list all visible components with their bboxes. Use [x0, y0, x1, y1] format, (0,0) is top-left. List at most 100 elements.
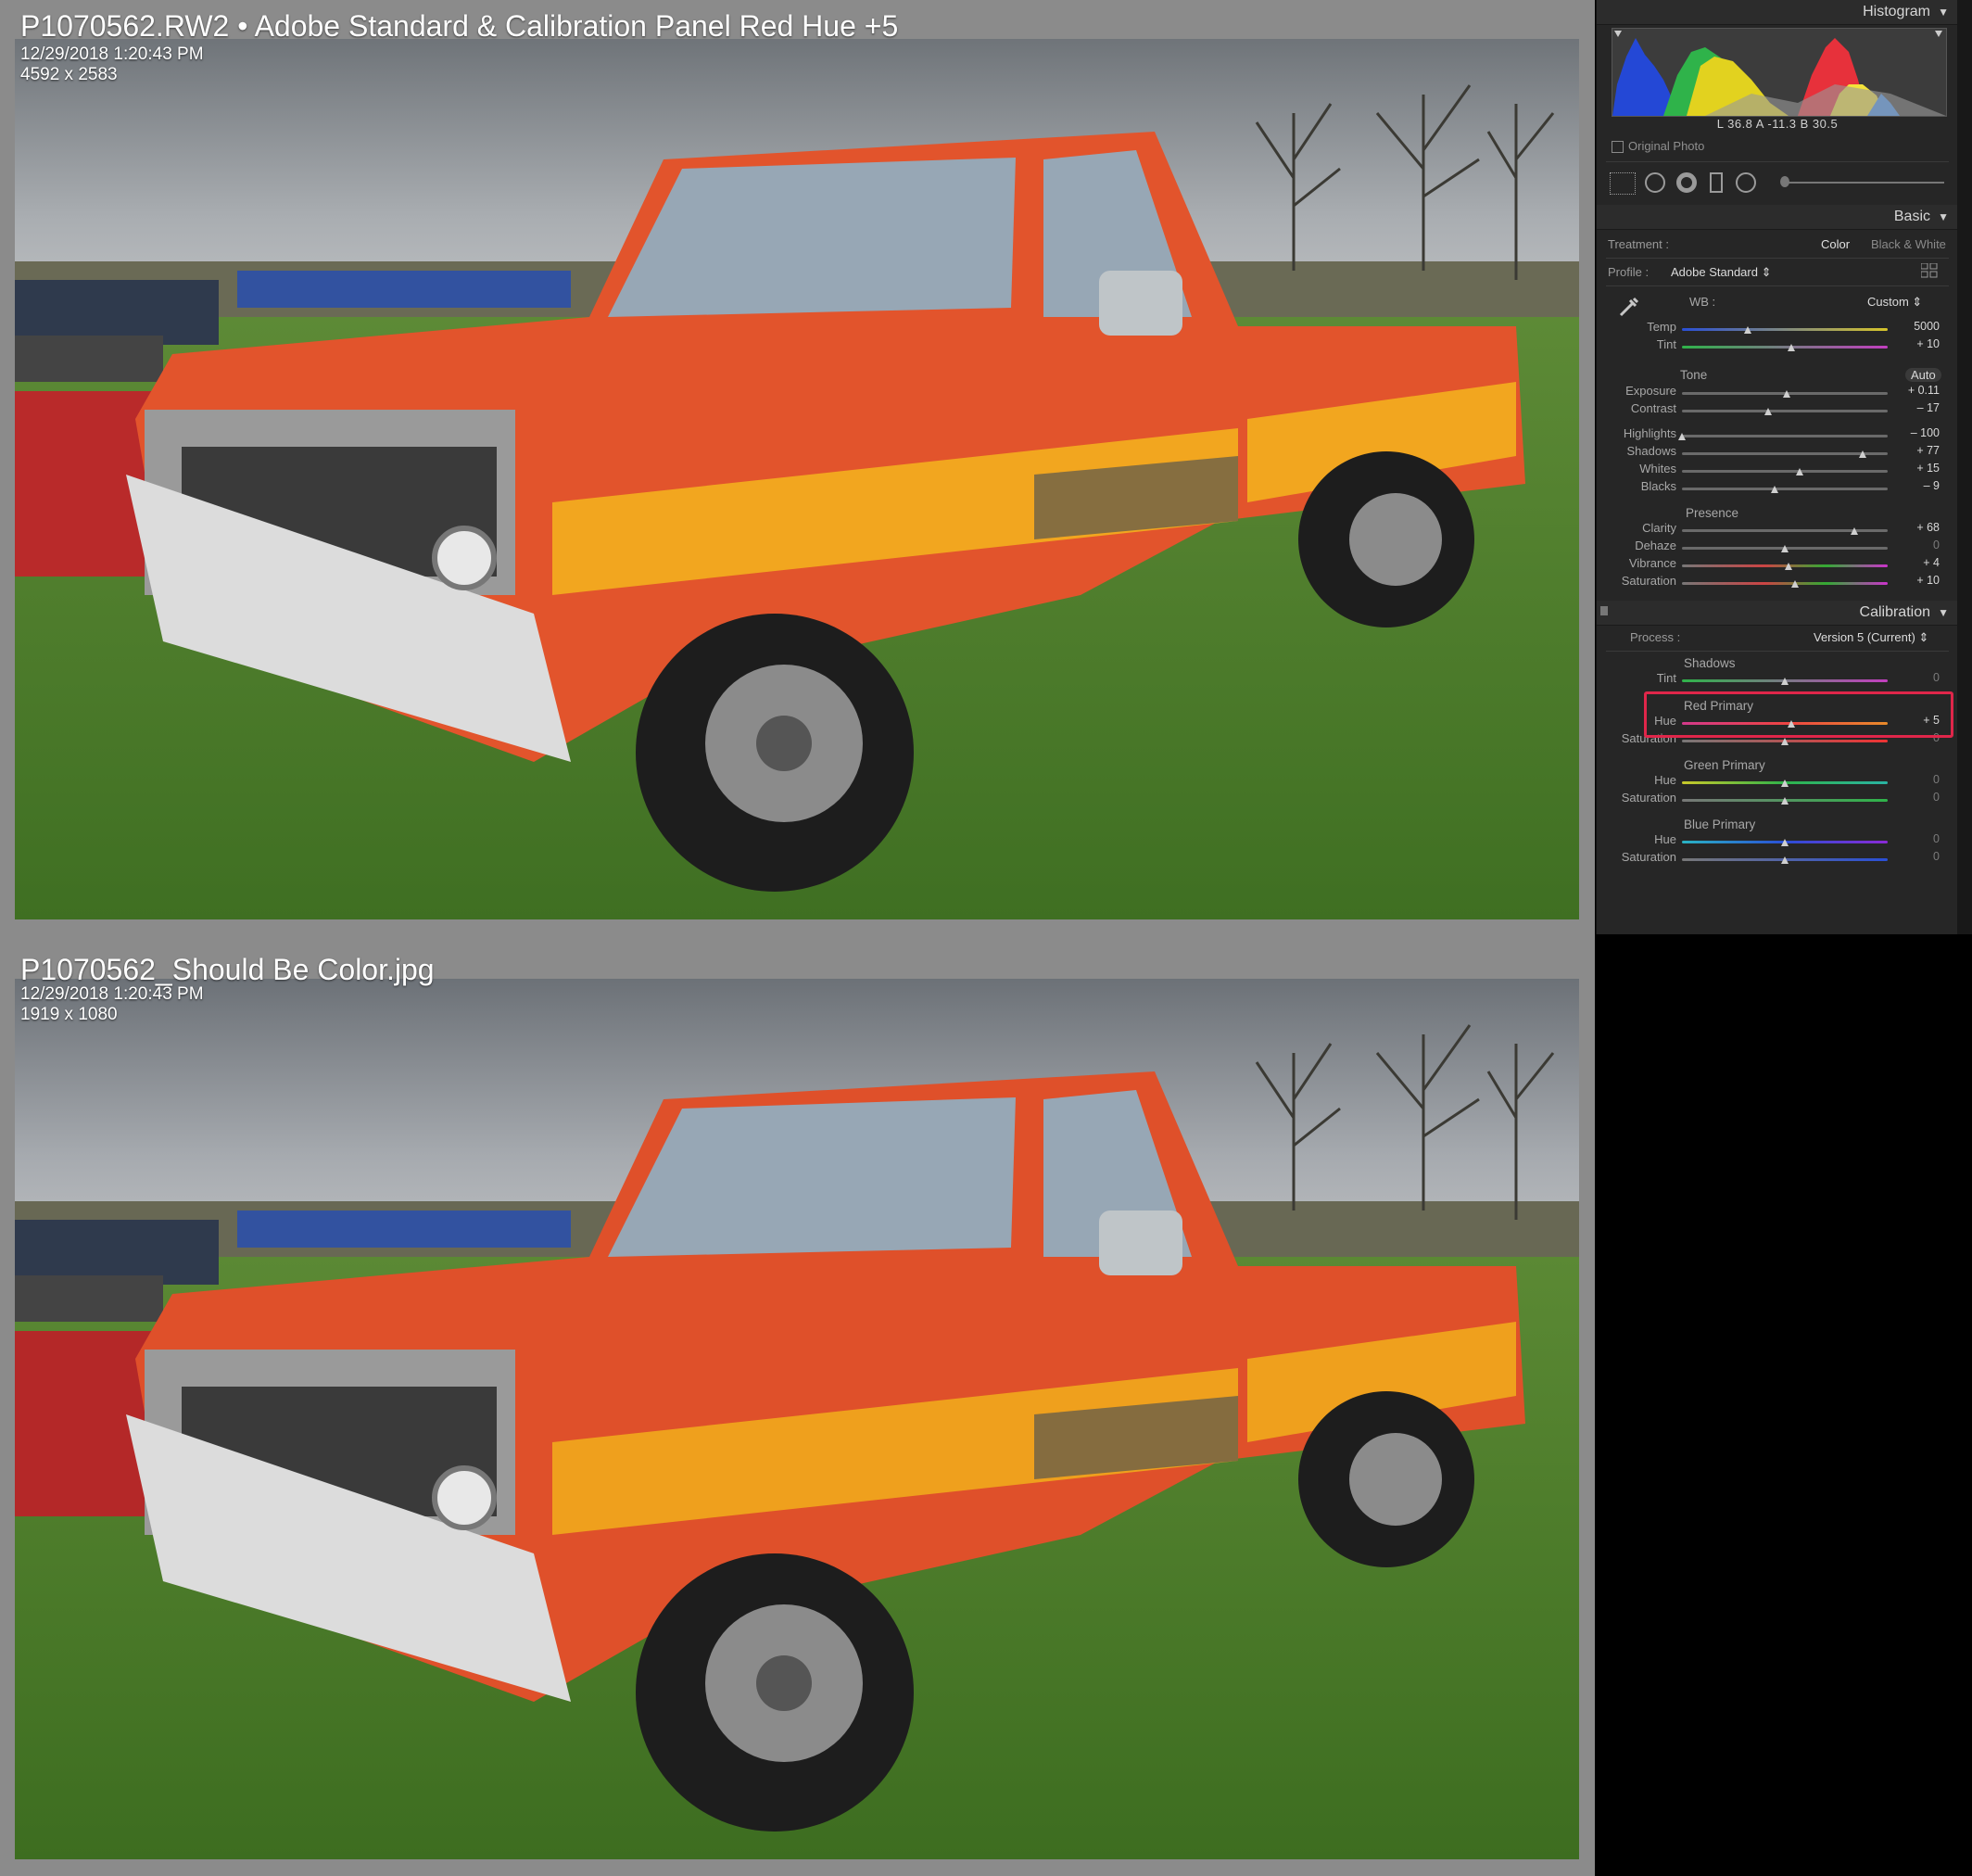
- bottom-photo-date: 12/29/2018 1:20:43 PM: [20, 984, 204, 1004]
- blacks-value[interactable]: – 9: [1902, 479, 1940, 492]
- brush-slider-track[interactable]: [1782, 182, 1944, 184]
- radial-filter-icon[interactable]: [1736, 172, 1756, 193]
- dehaze-value[interactable]: 0: [1902, 539, 1940, 551]
- highlights-slider[interactable]: [1682, 435, 1888, 437]
- calibration-header-label: Calibration: [1859, 604, 1930, 620]
- blacks-slider-thumb[interactable]: [1770, 486, 1778, 493]
- adjustment-brush-icon[interactable]: [1780, 176, 1789, 187]
- shadows-tint-slider-thumb[interactable]: [1781, 678, 1789, 685]
- histogram-graph[interactable]: [1612, 28, 1947, 117]
- original-photo-label: Original Photo: [1628, 139, 1705, 153]
- treatment-bw-option[interactable]: Black & White: [1871, 237, 1946, 251]
- green-primary-title: Green Primary: [1684, 758, 1765, 772]
- wb-dropdown[interactable]: Custom ⇕: [1867, 295, 1922, 310]
- basic-header[interactable]: Basic ▼: [1597, 205, 1958, 230]
- tint-slider-thumb[interactable]: [1787, 344, 1795, 351]
- collapse-triangle-icon[interactable]: ▼: [1938, 606, 1949, 619]
- histogram-readout: L 36.8 A -11.3 B 30.5: [1716, 117, 1839, 131]
- divider: [1606, 285, 1949, 286]
- shadows-slider[interactable]: [1682, 452, 1888, 455]
- blue-hue-slider-thumb[interactable]: [1781, 839, 1789, 846]
- clarity-value[interactable]: + 68: [1902, 521, 1940, 534]
- truck-photo-graphic: [15, 39, 1579, 919]
- clarity-slider-thumb[interactable]: [1851, 527, 1859, 535]
- profile-dropdown[interactable]: Adobe Standard ⇕: [1671, 265, 1772, 280]
- original-photo-checkbox[interactable]: [1612, 141, 1624, 153]
- red-eye-icon[interactable]: [1676, 172, 1697, 193]
- vibrance-value[interactable]: + 4: [1902, 556, 1940, 569]
- whites-slider[interactable]: [1682, 470, 1888, 473]
- shadows-value[interactable]: + 77: [1902, 444, 1940, 457]
- temp-slider-thumb[interactable]: [1744, 326, 1752, 334]
- temp-label: Temp: [1647, 320, 1676, 334]
- auto-tone-button[interactable]: Auto: [1905, 368, 1941, 382]
- highlights-value[interactable]: – 100: [1902, 426, 1940, 439]
- saturation-value[interactable]: + 10: [1902, 574, 1940, 587]
- white-balance-eyedropper-icon[interactable]: [1617, 295, 1641, 322]
- blue-saturation-value[interactable]: 0: [1902, 850, 1940, 863]
- wb-label: WB :: [1689, 295, 1716, 309]
- profile-browser-icon[interactable]: [1920, 262, 1938, 278]
- contrast-slider-thumb[interactable]: [1764, 408, 1773, 415]
- divider: [1606, 651, 1949, 652]
- saturation-slider[interactable]: [1682, 582, 1888, 585]
- green-saturation-value[interactable]: 0: [1902, 791, 1940, 804]
- contrast-value[interactable]: – 17: [1902, 401, 1940, 414]
- blacks-slider[interactable]: [1682, 488, 1888, 490]
- shadows-label: Shadows: [1626, 444, 1676, 458]
- top-photo-image[interactable]: [15, 39, 1579, 919]
- updown-icon: ⇕: [1918, 630, 1929, 644]
- bottom-photo-title: P1070562_Should Be Color.jpg: [20, 953, 435, 986]
- temp-value[interactable]: 5000: [1902, 320, 1940, 333]
- vibrance-slider-thumb[interactable]: [1785, 563, 1793, 570]
- histogram-header-label: Histogram: [1863, 4, 1930, 19]
- clarity-label: Clarity: [1642, 521, 1676, 535]
- highlights-slider-thumb[interactable]: [1678, 433, 1686, 440]
- temp-slider[interactable]: [1682, 328, 1888, 331]
- collapse-triangle-icon[interactable]: ▼: [1938, 6, 1949, 19]
- green-hue-value[interactable]: 0: [1902, 773, 1940, 786]
- exposure-slider-thumb[interactable]: [1783, 390, 1791, 398]
- tint-slider[interactable]: [1682, 346, 1888, 349]
- shadows-tint-value[interactable]: 0: [1902, 671, 1940, 684]
- shadows-slider-thumb[interactable]: [1859, 450, 1867, 458]
- blue-hue-value[interactable]: 0: [1902, 832, 1940, 845]
- green-saturation-slider-thumb[interactable]: [1781, 797, 1789, 805]
- dehaze-slider-thumb[interactable]: [1781, 545, 1789, 552]
- whites-label: Whites: [1639, 462, 1676, 475]
- saturation-slider-thumb[interactable]: [1791, 580, 1800, 588]
- highlights-label: Highlights: [1623, 426, 1676, 440]
- green-hue-slider-thumb[interactable]: [1781, 780, 1789, 787]
- exposure-label: Exposure: [1625, 384, 1676, 398]
- process-dropdown[interactable]: Version 5 (Current) ⇕: [1814, 630, 1928, 645]
- basic-header-label: Basic: [1893, 209, 1930, 224]
- red-saturation-slider-thumb[interactable]: [1781, 738, 1789, 745]
- shadows-calibration-title: Shadows: [1684, 656, 1736, 670]
- histogram-plot: [1612, 31, 1946, 116]
- treatment-label: Treatment :: [1608, 237, 1669, 251]
- develop-panel: Histogram ▼ L 36.8 A -11.3 B 30.5 Origin…: [1596, 0, 1958, 934]
- blue-saturation-label: Saturation: [1621, 850, 1676, 864]
- photo-viewer: P1070562.RW2 • Adobe Standard & Calibrat…: [0, 0, 1595, 1876]
- saturation-label: Saturation: [1621, 574, 1676, 588]
- whites-value[interactable]: + 15: [1902, 462, 1940, 475]
- collapse-triangle-icon[interactable]: ▼: [1938, 210, 1949, 223]
- process-value: Version 5 (Current): [1814, 630, 1915, 644]
- crop-overlay-icon[interactable]: [1610, 172, 1636, 195]
- divider: [1606, 258, 1949, 259]
- graduated-filter-icon[interactable]: [1710, 172, 1723, 193]
- whites-slider-thumb[interactable]: [1795, 468, 1803, 475]
- top-photo-title: P1070562.RW2 • Adobe Standard & Calibrat…: [20, 9, 899, 43]
- contrast-slider[interactable]: [1682, 410, 1888, 412]
- calibration-header[interactable]: Calibration ▼: [1597, 601, 1958, 626]
- spot-removal-icon[interactable]: [1645, 172, 1665, 193]
- histogram-header[interactable]: Histogram ▼: [1597, 0, 1958, 25]
- panel-switch-icon[interactable]: [1600, 606, 1608, 615]
- tint-value[interactable]: + 10: [1902, 337, 1940, 350]
- vibrance-label: Vibrance: [1628, 556, 1676, 570]
- panel-scrollbar[interactable]: [1957, 0, 1972, 934]
- blue-saturation-slider-thumb[interactable]: [1781, 856, 1789, 864]
- bottom-photo-image[interactable]: [15, 979, 1579, 1859]
- treatment-color-option[interactable]: Color: [1821, 237, 1850, 251]
- exposure-value[interactable]: + 0.11: [1902, 384, 1940, 397]
